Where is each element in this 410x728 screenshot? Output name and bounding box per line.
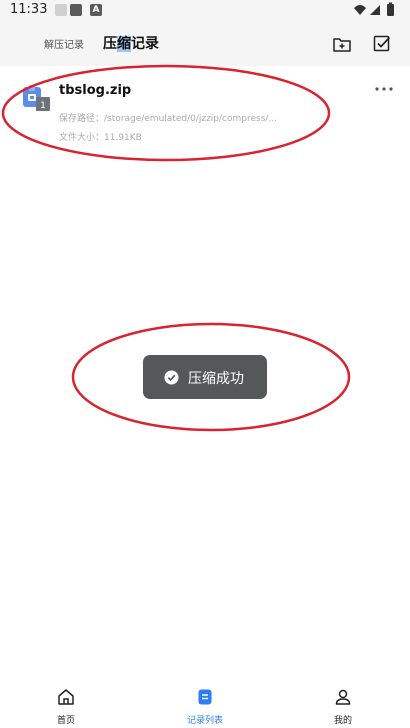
status-bar: 11:33 A [0,0,410,22]
file-size-label: 文件大小： [59,133,105,143]
signal-icon [370,5,380,15]
tab-zip-label-part: 压 [103,36,117,52]
user-icon [335,689,351,705]
battery-icon [387,2,394,16]
wifi-icon [354,5,366,15]
nav-records[interactable]: 记录列表 [165,680,245,728]
tab-zip-label-part: 记录 [131,36,159,52]
nav-mine-label: 我的 [333,716,352,726]
bottom-nav: 首页 记录列表 我的 [0,680,410,728]
top-header: 解压记录 压缩记录 [0,22,410,66]
status-icons [354,2,394,16]
notification-icon [55,4,67,16]
app-notification-icon: A [90,4,102,16]
file-badge: 1 [40,101,46,111]
check-circle-icon [164,370,179,385]
tab-zip-label-selected: 缩 [117,36,131,52]
save-path: 保存路径：/storage/emulated/0/jzzip/compress/… [59,111,277,124]
home-icon [58,689,74,705]
app-screen: 11:33 A 解压记录 压缩记录 1 tbslog.zip 保存路径：/sto… [0,0,410,728]
zip-file-icon: 1 [23,85,50,111]
toast-message: 压缩成功 [188,371,244,387]
tab-zip-records[interactable]: 压缩记录 [103,33,159,53]
nav-home-label: 首页 [56,716,75,726]
checkbox-icon[interactable] [372,34,392,54]
file-size: 文件大小：11.91KB [59,130,142,143]
nav-mine[interactable]: 我的 [303,680,383,728]
folder-add-icon[interactable] [332,34,352,54]
save-path-value: /storage/emulated/0/jzzip/compress/... [104,114,278,124]
status-time: 11:33 [10,2,48,17]
record-list-item[interactable]: 1 tbslog.zip 保存路径：/storage/emulated/0/jz… [0,70,410,160]
nav-records-label: 记录列表 [186,716,223,726]
notification-icon [70,4,82,16]
file-size-value: 11.91KB [104,133,142,143]
tab-unzip-records[interactable]: 解压记录 [44,36,84,51]
nav-home[interactable]: 首页 [26,680,106,728]
success-toast: 压缩成功 [143,355,267,399]
more-options-icon[interactable] [373,84,395,94]
save-path-label: 保存路径： [59,114,105,124]
file-name: tbslog.zip [59,83,132,98]
record-list-icon [198,689,212,705]
